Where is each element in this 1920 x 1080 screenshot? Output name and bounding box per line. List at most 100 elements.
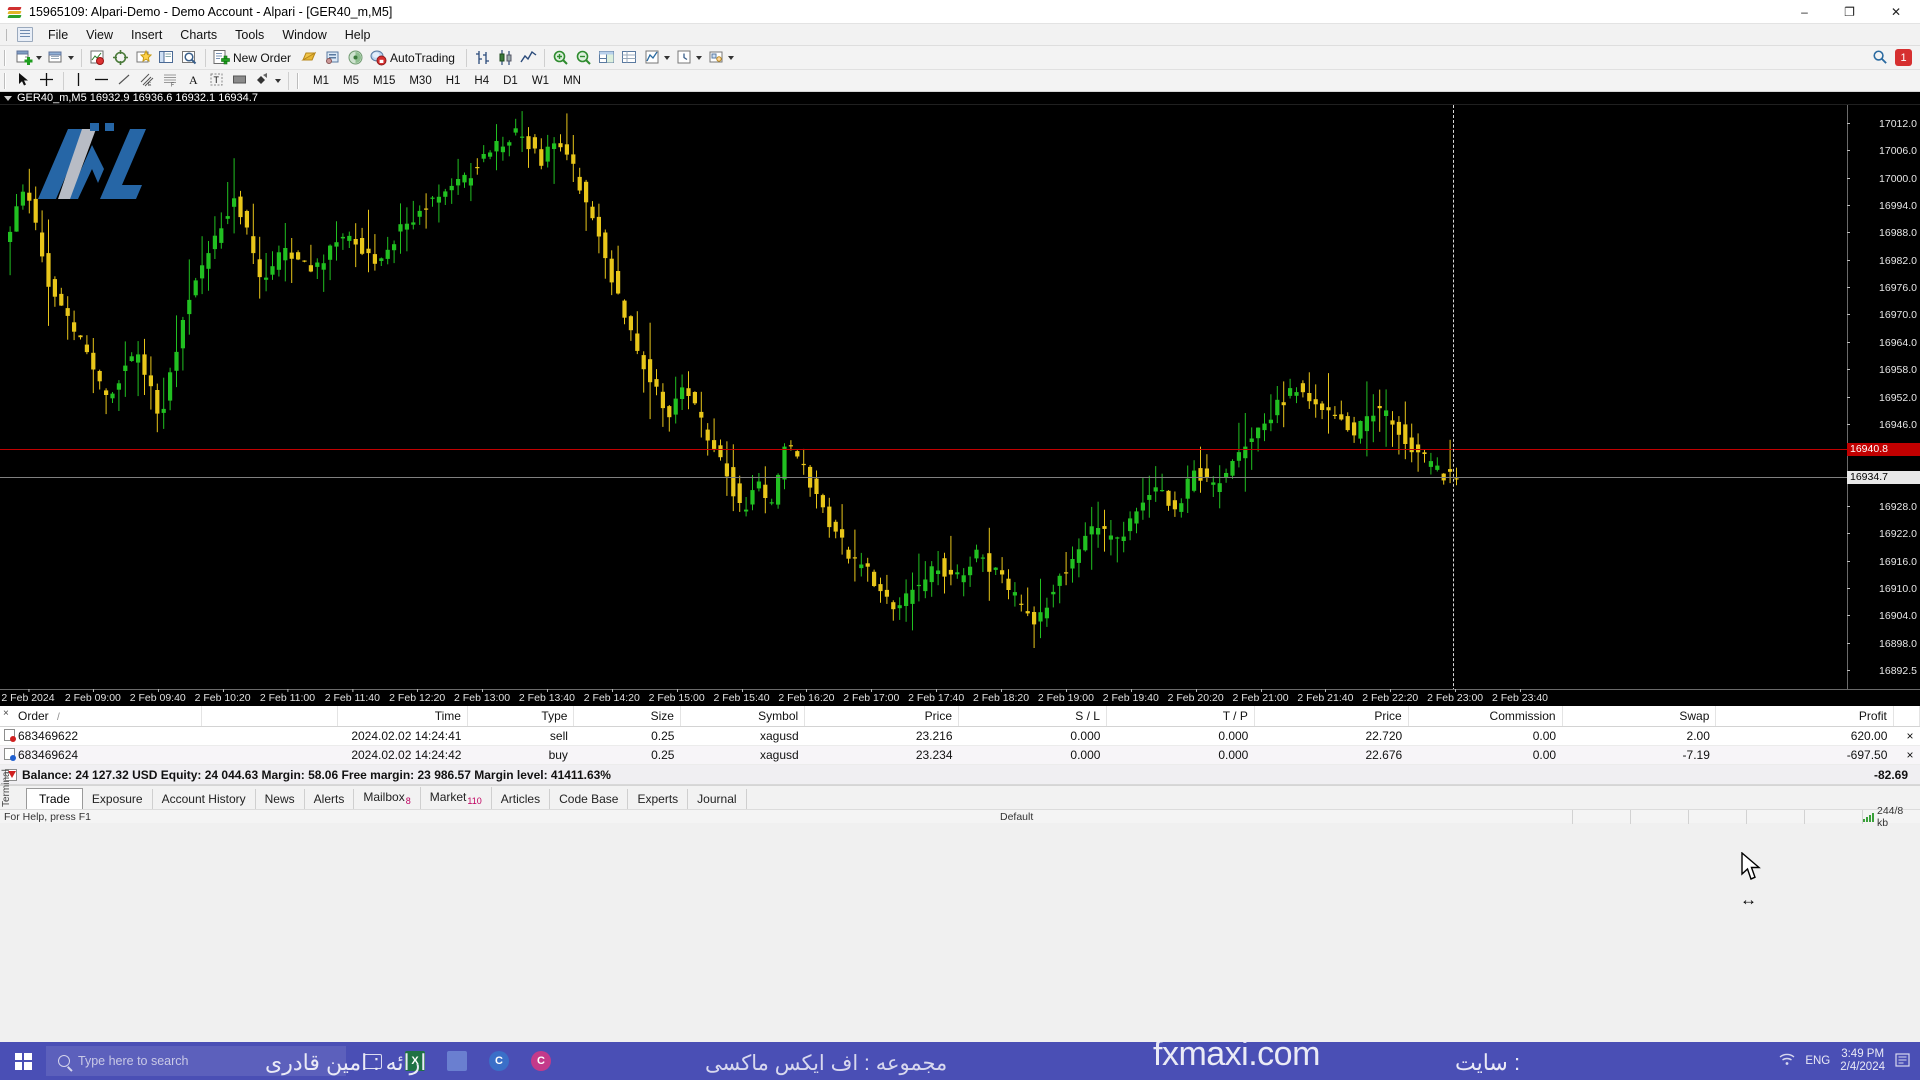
menu-window[interactable]: Window	[273, 26, 335, 44]
language-indicator[interactable]: ENG	[1805, 1055, 1830, 1067]
tab-journal[interactable]: Journal	[688, 789, 746, 809]
text-label-button[interactable]: T	[206, 70, 229, 92]
taskbar-app-chrome2[interactable]: C	[522, 1044, 560, 1078]
chevron-down-icon[interactable]	[664, 56, 670, 60]
tab-market[interactable]: Market110	[421, 787, 492, 809]
menu-view[interactable]: View	[77, 26, 122, 44]
terminal-close-icon[interactable]: ×	[3, 708, 9, 719]
timeframe-m15[interactable]: M15	[366, 73, 402, 89]
menu-help[interactable]: Help	[336, 26, 380, 44]
close-position-button[interactable]: ×	[1893, 746, 1919, 765]
tab-articles[interactable]: Articles	[492, 789, 550, 809]
data-grid-button[interactable]	[618, 47, 641, 69]
menu-insert[interactable]: Insert	[122, 26, 171, 44]
timeframe-w1[interactable]: W1	[525, 73, 556, 89]
taskbar-clock[interactable]: 3:49 PM 2/4/2024	[1840, 1048, 1885, 1074]
rectangle-label-button[interactable]	[229, 70, 252, 92]
col-time[interactable]: Time	[337, 706, 467, 727]
drawing-toolbar-grip[interactable]	[3, 71, 10, 91]
objects-button[interactable]	[705, 47, 737, 69]
timeframe-h1[interactable]: H1	[439, 73, 468, 89]
col-order[interactable]: Order /	[0, 706, 201, 727]
menu-charts[interactable]: Charts	[171, 26, 226, 44]
text-tool-button[interactable]: A	[183, 70, 206, 92]
table-row[interactable]: 683469622 2024.02.02 14:24:41 sell 0.25 …	[0, 727, 1920, 746]
trendline-button[interactable]	[114, 70, 137, 92]
tab-trade[interactable]: Trade	[26, 788, 83, 810]
notification-badge[interactable]: 1	[1895, 49, 1912, 66]
metaeditor-button[interactable]	[298, 47, 321, 69]
taskbar-search[interactable]: Type here to search	[46, 1046, 346, 1076]
timeframe-m1[interactable]: M1	[306, 73, 336, 89]
price-axis[interactable]: 17012.017006.017000.016994.016988.016982…	[1847, 105, 1920, 706]
period-button[interactable]	[673, 47, 705, 69]
status-profile[interactable]: Default	[1000, 811, 1033, 823]
tile-windows-button[interactable]	[595, 47, 618, 69]
col-price-open[interactable]: Price	[805, 706, 959, 727]
tab-experts[interactable]: Experts	[628, 789, 688, 809]
new-order-button[interactable]: New Order	[210, 47, 298, 69]
new-chart-button[interactable]	[13, 47, 45, 69]
navigator-button[interactable]	[155, 47, 178, 69]
chevron-down-icon[interactable]	[4, 96, 12, 101]
cursor-tool-button[interactable]	[13, 70, 36, 92]
col-price-current[interactable]: Price	[1254, 706, 1408, 727]
menu-file[interactable]: File	[39, 26, 77, 44]
data-window-button[interactable]	[178, 47, 201, 69]
col-symbol[interactable]: Symbol	[680, 706, 804, 727]
tab-news[interactable]: News	[256, 789, 305, 809]
chevron-down-icon[interactable]	[36, 56, 42, 60]
menu-tools[interactable]: Tools	[226, 26, 273, 44]
time-axis[interactable]: 2 Feb 20242 Feb 09:002 Feb 09:402 Feb 10…	[0, 689, 1920, 706]
open-positions-table[interactable]: Order / Time Type Size Symbol Price S / …	[0, 706, 1920, 765]
autotrading-button[interactable]: AutoTrading	[367, 47, 462, 69]
timeframe-mn[interactable]: MN	[556, 73, 588, 89]
tab-alerts[interactable]: Alerts	[305, 789, 355, 809]
line-chart-button[interactable]	[517, 47, 540, 69]
timeframe-grip[interactable]	[296, 71, 303, 91]
tab-code-base[interactable]: Code Base	[550, 789, 628, 809]
col-tp[interactable]: T / P	[1106, 706, 1254, 727]
signals-button[interactable]	[344, 47, 367, 69]
zoom-out-button[interactable]	[572, 47, 595, 69]
equidistant-channel-button[interactable]: E	[137, 70, 160, 92]
tab-mailbox[interactable]: Mailbox8	[354, 787, 420, 809]
crosshair-tool-button[interactable]	[36, 70, 59, 92]
open-chart-button[interactable]	[45, 47, 77, 69]
notification-center-icon[interactable]	[1895, 1053, 1910, 1070]
col-profit[interactable]: Profit	[1716, 706, 1894, 727]
chart-canvas[interactable]: 17012.017006.017000.016994.016988.016982…	[0, 105, 1920, 706]
timeframe-m5[interactable]: M5	[336, 73, 366, 89]
chevron-down-icon[interactable]	[696, 56, 702, 60]
vertical-line-button[interactable]	[68, 70, 91, 92]
toolbar-grip[interactable]	[3, 48, 10, 68]
horizontal-line-button[interactable]	[91, 70, 114, 92]
timeframe-h4[interactable]: H4	[467, 73, 496, 89]
col-type[interactable]: Type	[467, 706, 574, 727]
shapes-button[interactable]	[252, 70, 284, 92]
templates-button[interactable]	[132, 47, 155, 69]
minimize-button[interactable]: –	[1782, 0, 1827, 24]
col-swap[interactable]: Swap	[1562, 706, 1716, 727]
col-size[interactable]: Size	[574, 706, 681, 727]
wifi-icon[interactable]	[1779, 1053, 1795, 1069]
zoom-in-button[interactable]	[549, 47, 572, 69]
taskbar-app-excel[interactable]: X	[396, 1044, 434, 1078]
indicators-button[interactable]	[641, 47, 673, 69]
maximize-button[interactable]: ❐	[1827, 0, 1872, 24]
crosshair-target-button[interactable]	[109, 47, 132, 69]
bar-chart-button[interactable]	[471, 47, 494, 69]
menu-grip[interactable]	[2, 26, 14, 44]
start-button[interactable]	[0, 1042, 46, 1080]
timeframe-d1[interactable]: D1	[496, 73, 525, 89]
chevron-down-icon[interactable]	[728, 56, 734, 60]
tab-account-history[interactable]: Account History	[153, 789, 256, 809]
tab-exposure[interactable]: Exposure	[83, 789, 153, 809]
taskbar-app-explorer[interactable]	[438, 1044, 476, 1078]
taskbar-app-taskview[interactable]	[354, 1044, 392, 1078]
chart-profile-button[interactable]	[86, 47, 109, 69]
close-position-button[interactable]: ×	[1893, 727, 1919, 746]
chevron-down-icon[interactable]	[68, 56, 74, 60]
taskbar-app-chrome1[interactable]: C	[480, 1044, 518, 1078]
fibonacci-button[interactable]: F	[160, 70, 183, 92]
